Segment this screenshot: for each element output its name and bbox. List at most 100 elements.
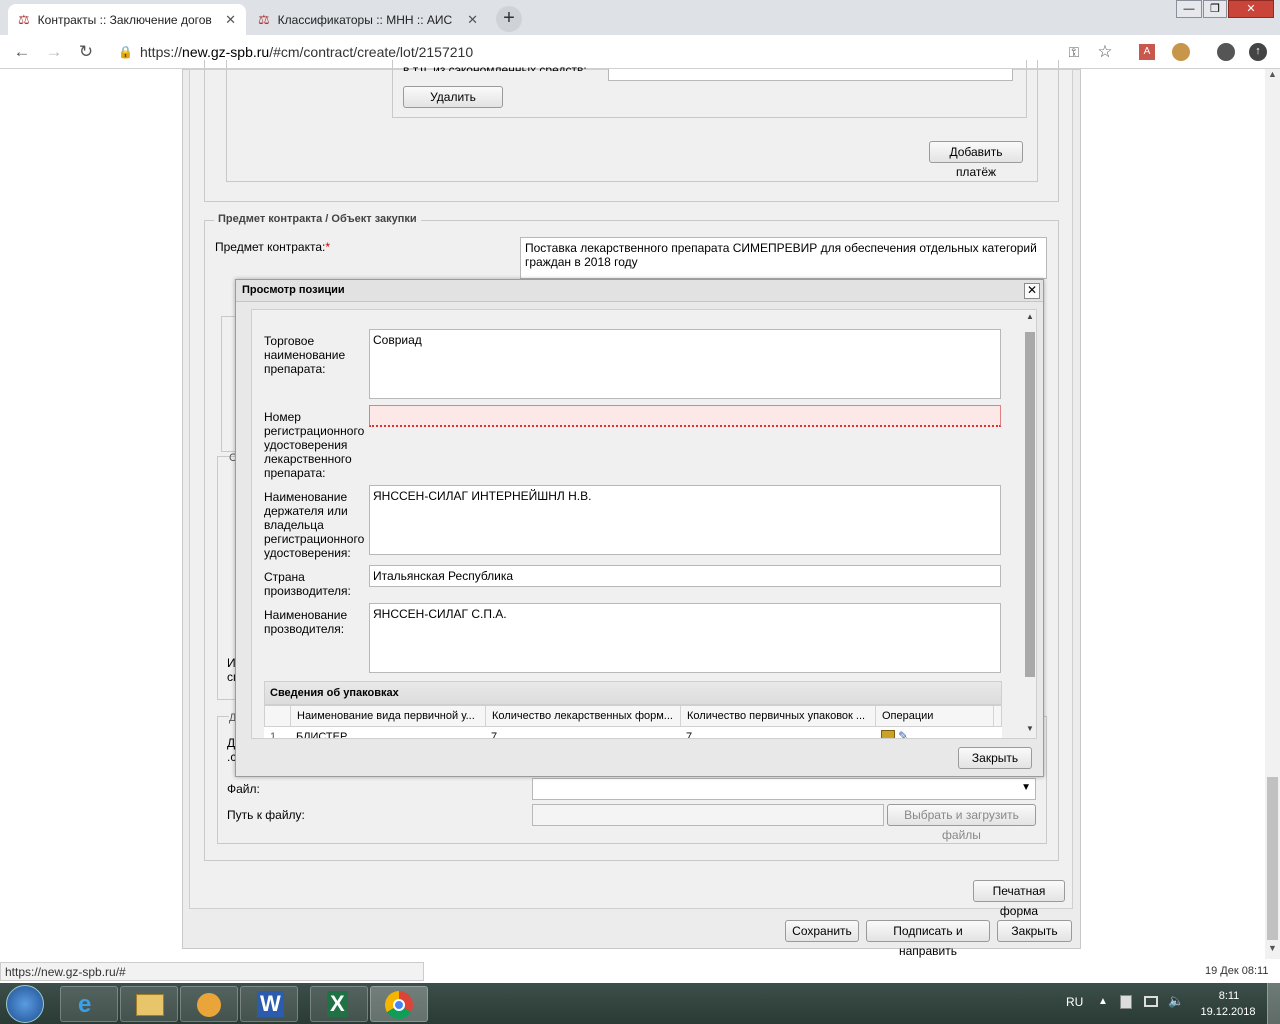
row-package-type: БЛИСТЕР <box>296 731 348 739</box>
gavel-icon: ⚖ <box>258 11 270 27</box>
subject-label-text: Предмет контракта: <box>215 240 326 254</box>
subject-textarea[interactable]: Поставка лекарственного препарата СИМЕПР… <box>520 237 1047 279</box>
page-scrollbar[interactable]: ▲ ▼ <box>1265 69 1280 959</box>
reload-icon[interactable]: ↻ <box>76 42 96 62</box>
file-path-label: Путь к файлу: <box>227 808 305 822</box>
pdf-extension-icon[interactable]: A <box>1139 44 1155 60</box>
scroll-down-icon[interactable]: ▼ <box>1023 724 1036 733</box>
required-mark: * <box>325 240 331 254</box>
col-packs-qty[interactable]: Количество первичных упаковок ... <box>681 706 876 726</box>
explorer-taskbar-button[interactable] <box>120 986 178 1022</box>
bookmark-star-icon[interactable]: ☆ <box>1095 42 1115 62</box>
forward-icon[interactable]: → <box>44 42 64 62</box>
chevron-down-icon: ▼ <box>1021 782 1031 793</box>
start-button[interactable] <box>6 985 44 1023</box>
row-forms-qty: 7 <box>491 731 498 739</box>
row-num: 1 <box>270 731 277 739</box>
obscured-block <box>221 316 235 452</box>
scroll-down-icon[interactable]: ▼ <box>1265 943 1280 957</box>
tab-contracts[interactable]: ⚖ Контракты :: Заключение догов ✕ <box>8 4 246 35</box>
outlook-icon <box>197 993 221 1017</box>
tab-title: Контракты :: Заключение догов <box>37 12 212 27</box>
manufacturer-label: Наименование прозводителя: <box>264 608 348 636</box>
minimize-button[interactable]: — <box>1176 0 1202 18</box>
maximize-button[interactable]: ❐ <box>1203 0 1227 18</box>
excel-taskbar-button[interactable]: X <box>310 986 368 1022</box>
scroll-thumb[interactable] <box>1025 332 1035 677</box>
scroll-up-icon[interactable]: ▲ <box>1023 312 1036 321</box>
folder-icon <box>136 994 164 1016</box>
network-icon[interactable] <box>1144 996 1158 1007</box>
view-icon[interactable] <box>881 730 895 738</box>
trade-name-label: Торговое наименование препарата: <box>264 334 346 376</box>
manufacturer-field[interactable]: ЯНССЕН-СИЛАГ С.П.А. <box>369 603 1001 673</box>
excel-icon: X <box>327 991 348 1017</box>
update-icon[interactable]: ↑ <box>1249 43 1267 61</box>
tab-classifiers[interactable]: ⚖ Классификаторы :: МНН :: АИС ✕ <box>248 4 488 35</box>
obscured-text: Д <box>227 736 236 750</box>
reg-number-label: Номер регистрационного удостоверения лек… <box>264 410 365 480</box>
col-package-type[interactable]: Наименование вида первичной у... <box>291 706 486 726</box>
sign-send-button[interactable]: Подписать и направить <box>866 920 990 958</box>
edit-pencil-icon[interactable]: ✎ <box>898 729 908 738</box>
file-select[interactable]: ▼ <box>532 778 1036 800</box>
save-button[interactable]: Сохранить <box>785 920 859 942</box>
close-tab-icon[interactable]: ✕ <box>467 12 478 28</box>
tray-expand-icon[interactable]: ▲ <box>1098 996 1108 1007</box>
holder-field[interactable]: ЯНССЕН-СИЛАГ ИНТЕРНЕЙШНЛ Н.В. <box>369 485 1001 555</box>
status-datetime: 19 Дек 08:11 <box>1205 965 1269 977</box>
country-field[interactable]: Итальянская Республика <box>369 565 1001 587</box>
clock-time[interactable]: 8:11 <box>1199 990 1259 1002</box>
col-forms-qty[interactable]: Количество лекарственных форм... <box>486 706 681 726</box>
flag-icon[interactable] <box>1120 995 1132 1009</box>
volume-icon[interactable]: 🔈 <box>1168 993 1184 1009</box>
close-icon[interactable]: ✕ <box>1024 283 1040 299</box>
lock-icon: 🔒 <box>118 45 133 59</box>
view-position-dialog: Просмотр позиции ✕ Торговое наименование… <box>235 279 1044 777</box>
reg-number-field[interactable] <box>369 405 1001 427</box>
file-path-input[interactable] <box>532 804 884 826</box>
close-window-button[interactable]: ✕ <box>1228 0 1274 18</box>
ie-taskbar-button[interactable]: e <box>60 986 118 1022</box>
clock-date[interactable]: 19.12.2018 <box>1193 1006 1263 1018</box>
scroll-thumb[interactable] <box>1267 777 1278 940</box>
subject-legend: Предмет контракта / Объект закупки <box>214 213 421 225</box>
country-label: Страна производителя: <box>264 570 351 598</box>
dialog-close-button[interactable]: Закрыть <box>958 747 1032 769</box>
subject-label: Предмет контракта:* <box>215 240 330 254</box>
word-icon: W <box>257 991 284 1017</box>
print-form-button[interactable]: Печатная форма <box>973 880 1065 918</box>
saved-funds-input[interactable] <box>608 69 1013 81</box>
add-payment-button[interactable]: Добавить платёж <box>929 141 1023 179</box>
trade-name-field[interactable]: Совриад <box>369 329 1001 399</box>
dialog-body: Торговое наименование препарата: Совриад… <box>251 309 1037 739</box>
holder-label: Наименование держателя или владельца рег… <box>264 490 365 560</box>
table-row[interactable]: 1 БЛИСТЕР 7 7 ✎ <box>264 727 1002 739</box>
tab-title: Классификаторы :: МНН :: АИС <box>277 12 453 27</box>
new-tab-button[interactable]: + <box>496 6 522 32</box>
address-bar[interactable]: https://new.gz-spb.ru/#cm/contract/creat… <box>140 44 473 60</box>
browser-tab-bar: ⚖ Контракты :: Заключение догов ✕ ⚖ Клас… <box>0 0 1280 35</box>
back-icon[interactable]: ← <box>12 42 32 62</box>
key-icon[interactable]: ⚿ <box>1064 42 1084 62</box>
dialog-title: Просмотр позиции <box>236 280 1043 302</box>
chrome-taskbar-button[interactable] <box>370 986 428 1022</box>
choose-upload-button[interactable]: Выбрать и загрузить файлы <box>887 804 1036 842</box>
close-page-button[interactable]: Закрыть <box>997 920 1072 942</box>
status-url: https://new.gz-spb.ru/# <box>0 962 424 981</box>
show-desktop-button[interactable] <box>1267 983 1280 1024</box>
outlook-taskbar-button[interactable] <box>180 986 238 1022</box>
close-tab-icon[interactable]: ✕ <box>225 12 236 28</box>
dialog-scrollbar[interactable]: ▲ ▼ <box>1023 310 1036 738</box>
url-path: /#cm/contract/create/lot/2157210 <box>269 44 474 60</box>
row-packs-qty: 7 <box>686 731 693 739</box>
scroll-up-icon[interactable]: ▲ <box>1265 69 1280 83</box>
extension-icon[interactable] <box>1172 43 1190 61</box>
file-label: Файл: <box>227 782 260 796</box>
delete-button[interactable]: Удалить <box>403 86 503 108</box>
language-indicator[interactable]: RU <box>1066 995 1083 1009</box>
word-taskbar-button[interactable]: W <box>240 986 298 1022</box>
packaging-section-header: Сведения об упаковках <box>264 681 1002 705</box>
url-prefix: https:// <box>140 44 183 60</box>
account-icon[interactable] <box>1217 43 1235 61</box>
